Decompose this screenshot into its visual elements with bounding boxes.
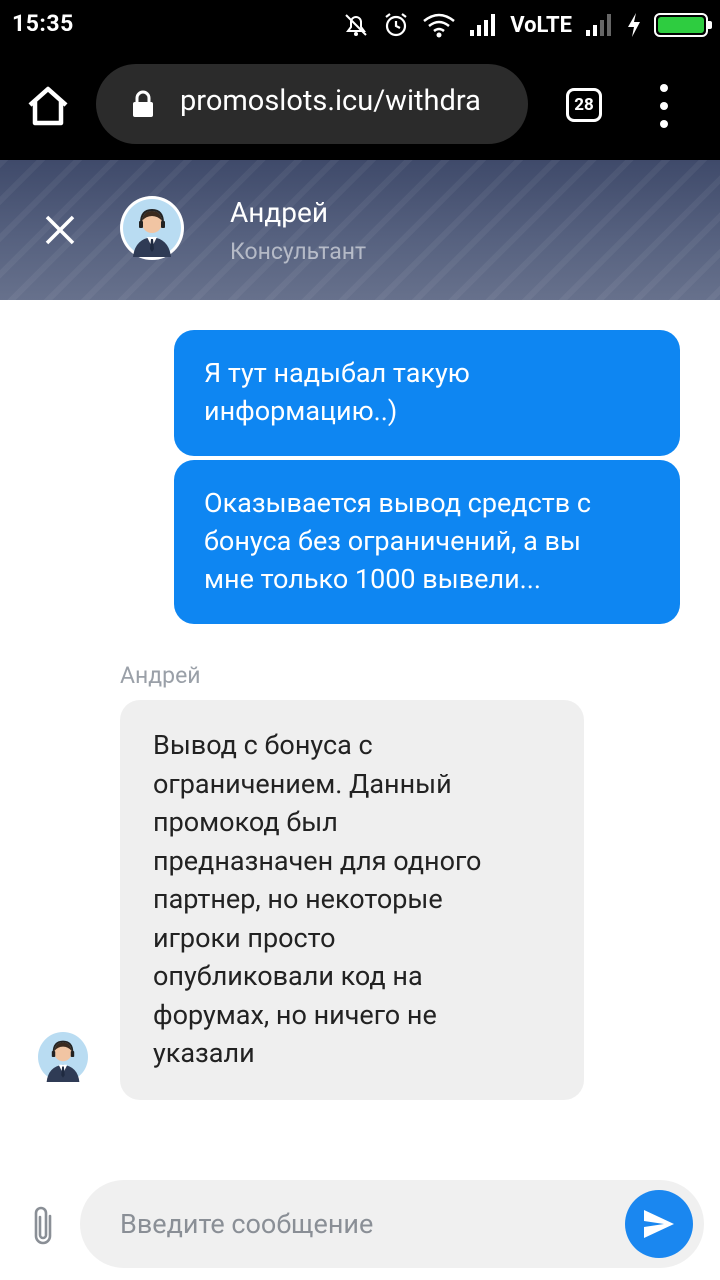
- message-line: Вывод с бонуса с: [153, 729, 373, 761]
- charging-icon: [626, 12, 642, 38]
- message-line: ограничением. Данный: [153, 767, 452, 800]
- status-bar: 15:35 VoLTE: [0, 0, 720, 50]
- message-line: Я тут надыбал такую: [204, 357, 470, 389]
- mute-icon: [342, 11, 370, 39]
- signal-2-icon: [584, 12, 614, 38]
- alarm-icon: [382, 11, 410, 39]
- sender-name: Андрей: [120, 662, 201, 689]
- tab-switcher-button[interactable]: 28: [566, 88, 602, 122]
- lock-icon: [132, 90, 154, 122]
- signal-icon: [468, 12, 498, 38]
- message-line: опубликовали код на: [153, 960, 423, 992]
- message-line: предназначен для одного: [153, 844, 482, 877]
- address-bar[interactable]: promoslots.icu/withdra: [96, 64, 528, 144]
- message-line: указали: [153, 1037, 255, 1069]
- consultant-role: Консультант: [230, 238, 367, 265]
- status-time: 15:35: [12, 10, 74, 37]
- consultant-avatar: [120, 196, 184, 260]
- message-composer: [80, 1180, 704, 1268]
- message-line: бонуса без ограничений, а вы: [204, 525, 581, 557]
- send-icon: [644, 1210, 674, 1238]
- message-input[interactable]: [120, 1180, 600, 1268]
- message-line: промокод был: [153, 806, 338, 838]
- consultant-name: Андрей: [230, 196, 329, 229]
- more-vert-icon[interactable]: [652, 84, 676, 128]
- wifi-icon: [422, 12, 456, 38]
- home-button[interactable]: [22, 80, 74, 132]
- outgoing-message: Я тут надыбал такую информацию..): [174, 330, 680, 456]
- send-button[interactable]: [625, 1190, 693, 1258]
- message-line: мне только 1000 вывели...: [204, 563, 542, 595]
- message-line: форумах, но ничего не: [153, 998, 437, 1031]
- close-icon[interactable]: [40, 210, 80, 250]
- outgoing-message: Оказывается вывод средств с бонуса без о…: [174, 460, 680, 624]
- url-text: promoslots.icu/withdra: [180, 84, 481, 118]
- message-line: информацию..): [204, 395, 398, 427]
- browser-toolbar: promoslots.icu/withdra 28: [0, 50, 720, 160]
- paperclip-icon[interactable]: [28, 1204, 58, 1248]
- network-label: VoLTE: [510, 12, 572, 38]
- battery-fill: [658, 17, 704, 33]
- message-line: партнер, но некоторые: [153, 883, 443, 915]
- status-icons: VoLTE: [342, 8, 712, 42]
- message-line: Оказывается вывод средств с: [204, 487, 591, 519]
- home-icon: [28, 86, 68, 126]
- incoming-message: Вывод с бонуса с ограничением. Данный пр…: [120, 700, 584, 1100]
- consultant-avatar-small: [36, 1030, 90, 1084]
- chat-header: Андрей Консультант: [0, 160, 720, 300]
- battery-icon: [654, 13, 712, 37]
- message-line: игроки просто: [153, 921, 336, 954]
